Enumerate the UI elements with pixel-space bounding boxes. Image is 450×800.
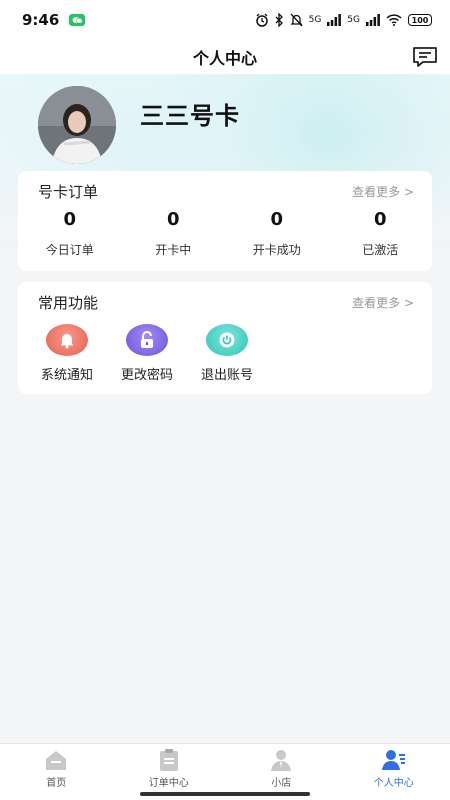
order-stats: 0 今日订单 0 开卡中 0 开卡成功 0 已激活 <box>18 209 432 258</box>
wifi-icon <box>386 14 402 26</box>
tab-label: 小店 <box>271 778 292 789</box>
orders-card: 号卡订单 查看更多 > 0 今日订单 0 开卡中 0 开卡成功 0 已激活 <box>18 171 432 271</box>
orders-view-more-link[interactable]: 查看更多 > <box>352 183 414 200</box>
stat-activating[interactable]: 0 开卡中 <box>122 209 226 258</box>
tab-label: 订单中心 <box>148 778 189 789</box>
stat-activation-success[interactable]: 0 开卡成功 <box>225 209 329 258</box>
bluetooth-icon <box>275 13 283 27</box>
user-name: 三三号卡 <box>140 102 240 130</box>
function-label: 系统通知 <box>40 368 93 383</box>
shop-icon <box>271 750 292 771</box>
change-password-button[interactable]: 更改密码 <box>116 324 178 383</box>
page-title: 个人中心 <box>192 49 257 68</box>
clipboard-icon <box>159 749 178 771</box>
tab-label: 首页 <box>46 778 67 789</box>
function-label: 更改密码 <box>120 368 173 383</box>
status-icons: 5G 5G 100 <box>255 13 432 27</box>
logout-button[interactable]: 退出账号 <box>196 324 258 383</box>
network-5g-label-2: 5G <box>347 15 360 25</box>
orders-card-title: 号卡订单 <box>38 183 99 201</box>
nav-bar: 个人中心 <box>0 40 450 74</box>
battery-indicator: 100 <box>408 14 432 26</box>
wechat-notification-icon <box>69 14 86 26</box>
bell-icon <box>46 324 88 356</box>
home-icon <box>46 751 67 770</box>
stat-value: 0 <box>373 209 387 230</box>
alarm-icon <box>255 13 268 27</box>
power-icon <box>206 324 248 356</box>
stat-today-orders[interactable]: 0 今日订单 <box>18 209 122 258</box>
function-list: 系统通知 更改密码 退出账号 <box>36 324 258 383</box>
functions-view-more-link[interactable]: 查看更多 > <box>352 294 414 311</box>
signal-icon-1 <box>327 14 342 26</box>
status-time: 9:46 <box>22 11 60 29</box>
functions-card: 常用功能 查看更多 > 系统通知 更改密码 退出账号 <box>18 282 432 394</box>
stat-value: 0 <box>166 209 180 230</box>
status-bar: 9:46 5G 5G 100 <box>0 0 450 40</box>
person-icon <box>381 750 405 770</box>
function-label: 退出账号 <box>200 368 253 383</box>
avatar[interactable] <box>38 86 116 164</box>
mute-bell-icon <box>290 13 303 27</box>
tab-label: 个人中心 <box>373 778 414 789</box>
stat-value: 0 <box>63 209 77 230</box>
system-notice-button[interactable]: 系统通知 <box>36 324 98 383</box>
stat-label: 今日订单 <box>45 243 94 257</box>
home-indicator[interactable] <box>140 792 310 796</box>
stat-label: 已激活 <box>362 243 399 257</box>
functions-card-title: 常用功能 <box>38 294 99 312</box>
stat-label: 开卡中 <box>155 243 192 257</box>
tab-home[interactable]: 首页 <box>0 744 113 800</box>
stat-value: 0 <box>270 209 284 230</box>
tab-profile[interactable]: 个人中心 <box>338 744 450 800</box>
stat-activated[interactable]: 0 已激活 <box>329 209 433 258</box>
signal-icon-2 <box>366 14 380 26</box>
lock-icon <box>126 324 168 356</box>
network-5g-label-1: 5G <box>308 15 322 25</box>
stat-label: 开卡成功 <box>252 243 301 257</box>
message-icon[interactable] <box>412 45 438 69</box>
